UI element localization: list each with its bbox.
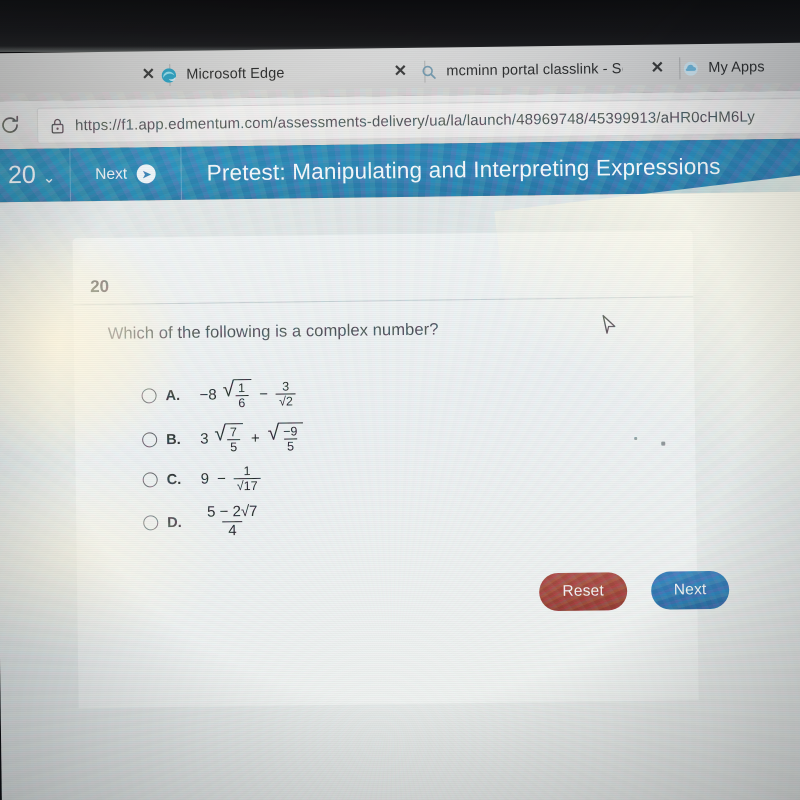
browser-tab-my-apps[interactable]: My Apps xyxy=(682,43,765,92)
question-number: 20 xyxy=(90,276,110,297)
tab-label: My Apps xyxy=(708,59,765,76)
radio-button-a[interactable] xyxy=(141,388,157,404)
circle-arrow-right-icon: ➤ xyxy=(136,164,157,184)
url-text: https://f1.app.edmentum.com/assessments-… xyxy=(74,107,756,134)
header-divider xyxy=(180,146,183,200)
numerator: 3 xyxy=(282,379,290,394)
radio-button-c[interactable] xyxy=(142,472,158,488)
option-letter-a: A. xyxy=(165,387,181,404)
tab-divider xyxy=(679,57,681,80)
mouse-pointer-icon xyxy=(602,314,616,334)
answer-option-b[interactable]: B. 3 √ 7 5 + √ −9 5 xyxy=(142,422,304,455)
address-bar[interactable]: https://f1.app.edmentum.com/assessments-… xyxy=(36,97,800,144)
option-c-second-term: 1 √17 xyxy=(233,464,261,494)
screen-dust-speck xyxy=(634,436,638,440)
denominator: √2 xyxy=(275,393,296,409)
answer-option-a[interactable]: A. −8 √ 1 6 − 3 √2 xyxy=(141,378,296,411)
reset-button[interactable]: Reset xyxy=(538,572,628,612)
numerator: 5 − 2√7 xyxy=(206,502,258,521)
option-a-operator: − xyxy=(259,385,269,403)
denominator: 4 xyxy=(222,521,243,541)
tab-label: mcminn portal classlink - Sea xyxy=(446,61,623,80)
screen-dust-speck xyxy=(661,441,666,446)
denominator: √17 xyxy=(233,477,261,494)
option-b-second-term: −9 5 xyxy=(280,424,301,454)
question-selector-value: 20 xyxy=(7,160,36,190)
lock-icon xyxy=(51,118,64,134)
option-letter-d: D. xyxy=(167,514,182,531)
assessment-title: Pretest: Manipulating and Interpreting E… xyxy=(206,153,721,186)
option-b-radicand: 7 5 xyxy=(227,425,241,455)
tab-close-icon[interactable]: ✕ xyxy=(647,59,667,79)
option-letter-b: B. xyxy=(166,431,181,448)
option-expression-d: 5 − 2√7 4 xyxy=(201,503,264,541)
denominator: 5 xyxy=(227,439,241,455)
tab-close-icon[interactable]: ✕ xyxy=(138,65,158,85)
answer-option-c[interactable]: C. 9 − 1 √17 xyxy=(142,464,261,495)
cloud-icon xyxy=(683,61,698,76)
option-expression-c: 9 − 1 √17 xyxy=(200,464,261,494)
edge-icon xyxy=(161,67,177,83)
numerator: −9 xyxy=(283,424,298,439)
browser-window: me ✕ Microsoft Edge ✕ mcminn portal c xyxy=(0,39,800,800)
option-expression-a: −8 √ 1 6 − 3 √2 xyxy=(199,378,296,411)
option-d-fraction: 5 − 2√7 4 xyxy=(201,503,264,541)
question-selector-dropdown[interactable]: 20 ⌄ xyxy=(0,148,70,202)
option-a-radicand: 1 6 xyxy=(235,381,249,411)
sqrt-icon: √ 7 5 xyxy=(214,422,244,455)
option-a-coefficient: −8 xyxy=(199,386,217,404)
header-next-label: Next xyxy=(95,165,128,183)
option-letter-c: C. xyxy=(166,471,182,488)
radio-button-b[interactable] xyxy=(142,432,158,448)
search-icon xyxy=(422,65,436,79)
option-c-operator: − xyxy=(216,470,226,488)
answer-option-d[interactable]: D. 5 − 2√7 4 xyxy=(143,503,264,542)
header-next-nav[interactable]: Next ➤ xyxy=(70,147,181,201)
option-b-coefficient: 3 xyxy=(200,430,209,448)
numerator: 1 xyxy=(243,464,251,479)
reload-icon[interactable] xyxy=(0,114,21,136)
sqrt-icon: √ −9 5 xyxy=(268,422,304,454)
denominator: 6 xyxy=(235,395,249,411)
numerator: 7 xyxy=(229,425,237,440)
browser-tab-search[interactable]: mcminn portal classlink - Sea xyxy=(420,45,623,96)
sqrt-icon: √ 1 6 xyxy=(222,378,252,411)
next-button[interactable]: Next xyxy=(650,570,730,610)
radio-button-d[interactable] xyxy=(143,515,159,531)
screenshot-root: me ✕ Microsoft Edge ✕ mcminn portal c xyxy=(0,0,800,800)
option-expression-b: 3 √ 7 5 + √ −9 5 xyxy=(200,422,304,455)
option-b-operator: + xyxy=(250,429,260,447)
denominator: 5 xyxy=(283,438,298,454)
option-c-coefficient: 9 xyxy=(200,470,210,488)
tab-label: Microsoft Edge xyxy=(186,65,285,83)
tab-close-icon[interactable]: ✕ xyxy=(390,62,410,82)
numerator: 1 xyxy=(238,381,246,396)
browser-tab-microsoft-edge[interactable]: Microsoft Edge xyxy=(160,50,285,100)
chevron-down-icon: ⌄ xyxy=(42,169,56,187)
option-a-second-term: 3 √2 xyxy=(275,379,296,409)
